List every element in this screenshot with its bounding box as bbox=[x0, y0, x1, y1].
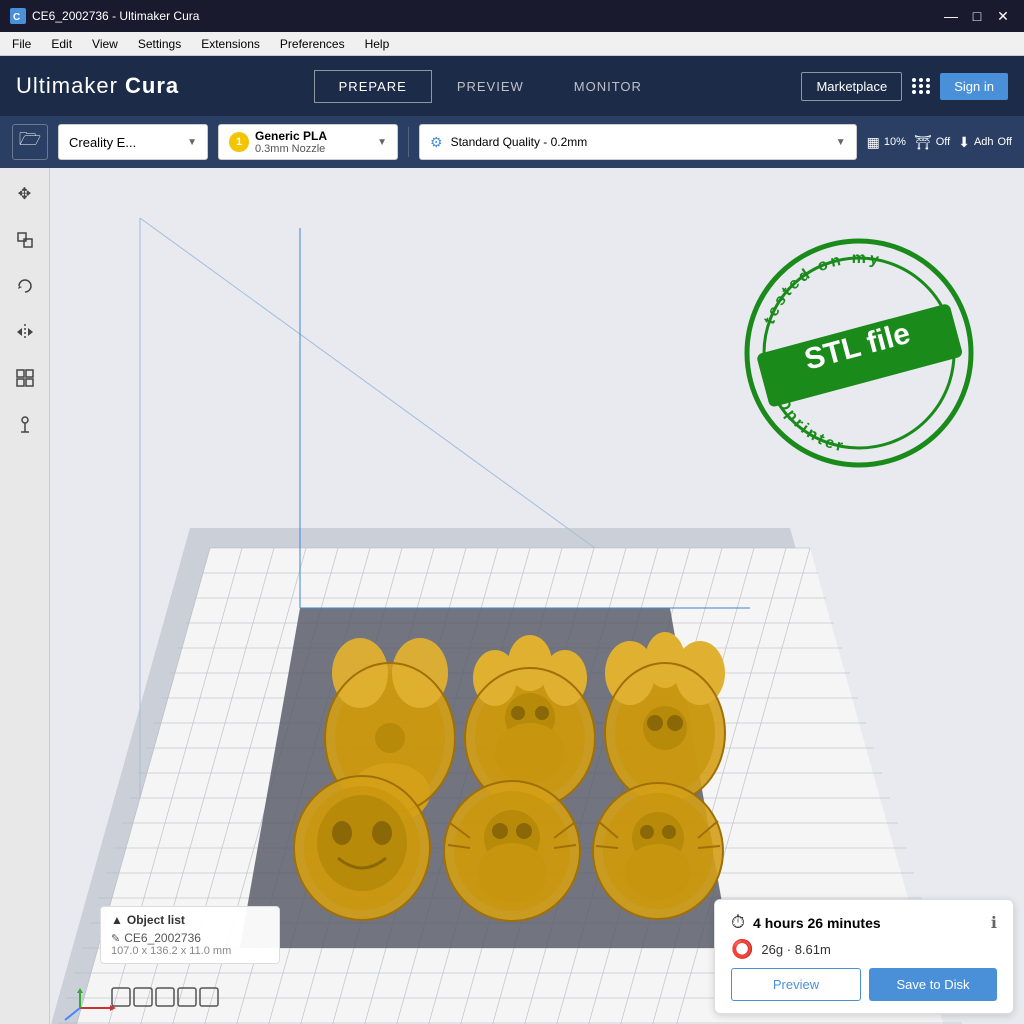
window-controls: — □ ✕ bbox=[940, 5, 1014, 27]
minimize-button[interactable]: — bbox=[940, 5, 962, 27]
scale-tool-button[interactable] bbox=[9, 224, 41, 256]
menu-preferences[interactable]: Preferences bbox=[276, 35, 349, 53]
left-sidebar: ✥ bbox=[0, 168, 50, 1024]
support-value: Off bbox=[936, 136, 950, 148]
printer-name: Creality E... bbox=[69, 135, 181, 150]
clock-icon: ⏱ bbox=[731, 912, 745, 933]
support-icon: ⛩ bbox=[914, 134, 932, 151]
print-time: 4 hours 26 minutes bbox=[753, 915, 983, 931]
header-right: Marketplace Sign in bbox=[801, 72, 1008, 101]
material-select[interactable]: 1 Generic PLA 0.3mm Nozzle ▼ bbox=[218, 124, 398, 160]
svg-text:C: C bbox=[13, 12, 20, 23]
support-tool-button[interactable] bbox=[9, 408, 41, 440]
tab-prepare[interactable]: PREPARE bbox=[314, 70, 432, 103]
object-list-item[interactable]: ✎ CE6_2002736 bbox=[111, 931, 269, 945]
action-buttons: Preview Save to Disk bbox=[731, 968, 997, 1001]
adhesion-icon: ⬇ bbox=[958, 134, 970, 151]
mirror-tool-button[interactable] bbox=[9, 316, 41, 348]
printer-select[interactable]: Creality E... ▼ bbox=[58, 124, 208, 160]
print-info-panel: ⏱ 4 hours 26 minutes ℹ ⭕ 26g · 8.61m Pre… bbox=[714, 899, 1014, 1014]
app-icon: C bbox=[10, 8, 26, 24]
menu-help[interactable]: Help bbox=[361, 35, 394, 53]
quality-select[interactable]: ⚙ Standard Quality - 0.2mm ▼ bbox=[419, 124, 857, 160]
quality-chevron: ▼ bbox=[836, 137, 846, 148]
settings-sliders-icon: ⚙ bbox=[430, 134, 443, 151]
app-logo: Ultimaker Cura bbox=[16, 73, 179, 99]
menu-settings[interactable]: Settings bbox=[134, 35, 185, 53]
move-tool-button[interactable]: ✥ bbox=[9, 178, 41, 210]
time-row: ⏱ 4 hours 26 minutes ℹ bbox=[731, 912, 997, 933]
rotate-tool-button[interactable] bbox=[9, 270, 41, 302]
menu-extensions[interactable]: Extensions bbox=[197, 35, 264, 53]
open-folder-button[interactable]: 🗁 bbox=[12, 124, 48, 160]
object-list-panel: ▲ Object list ✎ CE6_2002736 107.0 x 136.… bbox=[100, 906, 280, 964]
menu-view[interactable]: View bbox=[88, 35, 122, 53]
infill-item[interactable]: ▦ 10% bbox=[867, 134, 906, 151]
weight-row: ⭕ 26g · 8.61m bbox=[731, 939, 997, 960]
object-list-title: ▲ Object list bbox=[111, 913, 269, 927]
adhesion-value: Off bbox=[998, 136, 1012, 148]
grid-icon[interactable] bbox=[912, 78, 930, 94]
printer-chevron: ▼ bbox=[187, 137, 197, 148]
signin-button[interactable]: Sign in bbox=[940, 73, 1008, 100]
menu-file[interactable]: File bbox=[8, 35, 35, 53]
main-area: ✥ bbox=[0, 168, 1024, 1024]
object-dimensions: 107.0 x 136.2 x 11.0 mm bbox=[111, 945, 269, 957]
window-title: CE6_2002736 - Ultimaker Cura bbox=[32, 9, 199, 23]
logo-bold: Cura bbox=[125, 73, 179, 98]
close-button[interactable]: ✕ bbox=[992, 5, 1014, 27]
maximize-button[interactable]: □ bbox=[966, 5, 988, 27]
infill-value: 10% bbox=[884, 136, 906, 148]
support-item[interactable]: ⛩ Off bbox=[914, 134, 950, 151]
preview-button[interactable]: Preview bbox=[731, 968, 861, 1001]
stl-watermark: tested on my STL file 3Dprinter bbox=[734, 228, 984, 478]
print-weight: 26g · 8.61m bbox=[761, 942, 830, 957]
viewport[interactable]: tested on my STL file 3Dprinter ▲ Object… bbox=[50, 168, 1024, 1024]
save-to-disk-button[interactable]: Save to Disk bbox=[869, 968, 997, 1001]
tab-monitor[interactable]: MONITOR bbox=[549, 70, 667, 103]
tab-preview[interactable]: PREVIEW bbox=[432, 70, 549, 103]
edit-icon: ✎ bbox=[111, 932, 120, 945]
title-bar-title-area: C CE6_2002736 - Ultimaker Cura bbox=[10, 8, 199, 24]
adhesion-label: Adh bbox=[974, 136, 994, 148]
infill-icon: ▦ bbox=[867, 134, 880, 151]
info-icon[interactable]: ℹ bbox=[991, 913, 997, 933]
menu-edit[interactable]: Edit bbox=[47, 35, 76, 53]
toolbar-right: ▦ 10% ⛩ Off ⬇ Adh Off bbox=[867, 134, 1012, 151]
per-model-tool-button[interactable] bbox=[9, 362, 41, 394]
marketplace-button[interactable]: Marketplace bbox=[801, 72, 902, 101]
logo-light: Ultimaker bbox=[16, 73, 125, 98]
object-list-label: Object list bbox=[127, 913, 185, 927]
material-chevron: ▼ bbox=[377, 137, 387, 148]
toolbar-divider bbox=[408, 127, 409, 157]
quality-label: Standard Quality - 0.2mm bbox=[451, 135, 828, 149]
header-bar: Ultimaker Cura PREPARE PREVIEW MONITOR M… bbox=[0, 56, 1024, 116]
filament-icon: ⭕ bbox=[731, 939, 753, 960]
object-name: CE6_2002736 bbox=[124, 931, 201, 945]
menu-bar: File Edit View Settings Extensions Prefe… bbox=[0, 32, 1024, 56]
collapse-icon[interactable]: ▲ bbox=[111, 913, 123, 927]
toolbar: 🗁 Creality E... ▼ 1 Generic PLA 0.3mm No… bbox=[0, 116, 1024, 168]
title-bar: C CE6_2002736 - Ultimaker Cura — □ ✕ bbox=[0, 0, 1024, 32]
material-text: Generic PLA 0.3mm Nozzle bbox=[255, 129, 371, 155]
nav-tabs: PREPARE PREVIEW MONITOR bbox=[199, 70, 781, 103]
svg-text:tested on my: tested on my bbox=[761, 250, 883, 327]
material-number-badge: 1 bbox=[229, 132, 249, 152]
adhesion-item[interactable]: ⬇ Adh Off bbox=[958, 134, 1012, 151]
